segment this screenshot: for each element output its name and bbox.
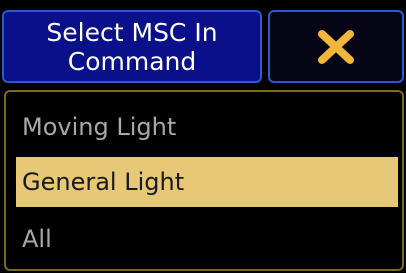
option-list: Moving Light General Light All — [4, 90, 404, 271]
close-x-icon — [318, 29, 354, 64]
list-item-general-light[interactable]: General Light — [16, 157, 398, 207]
list-item-all[interactable]: All — [16, 214, 398, 264]
close-button[interactable] — [268, 10, 404, 83]
list-item-moving-light[interactable]: Moving Light — [16, 102, 398, 152]
dialog-title-button[interactable]: Select MSC In Command — [2, 10, 262, 83]
